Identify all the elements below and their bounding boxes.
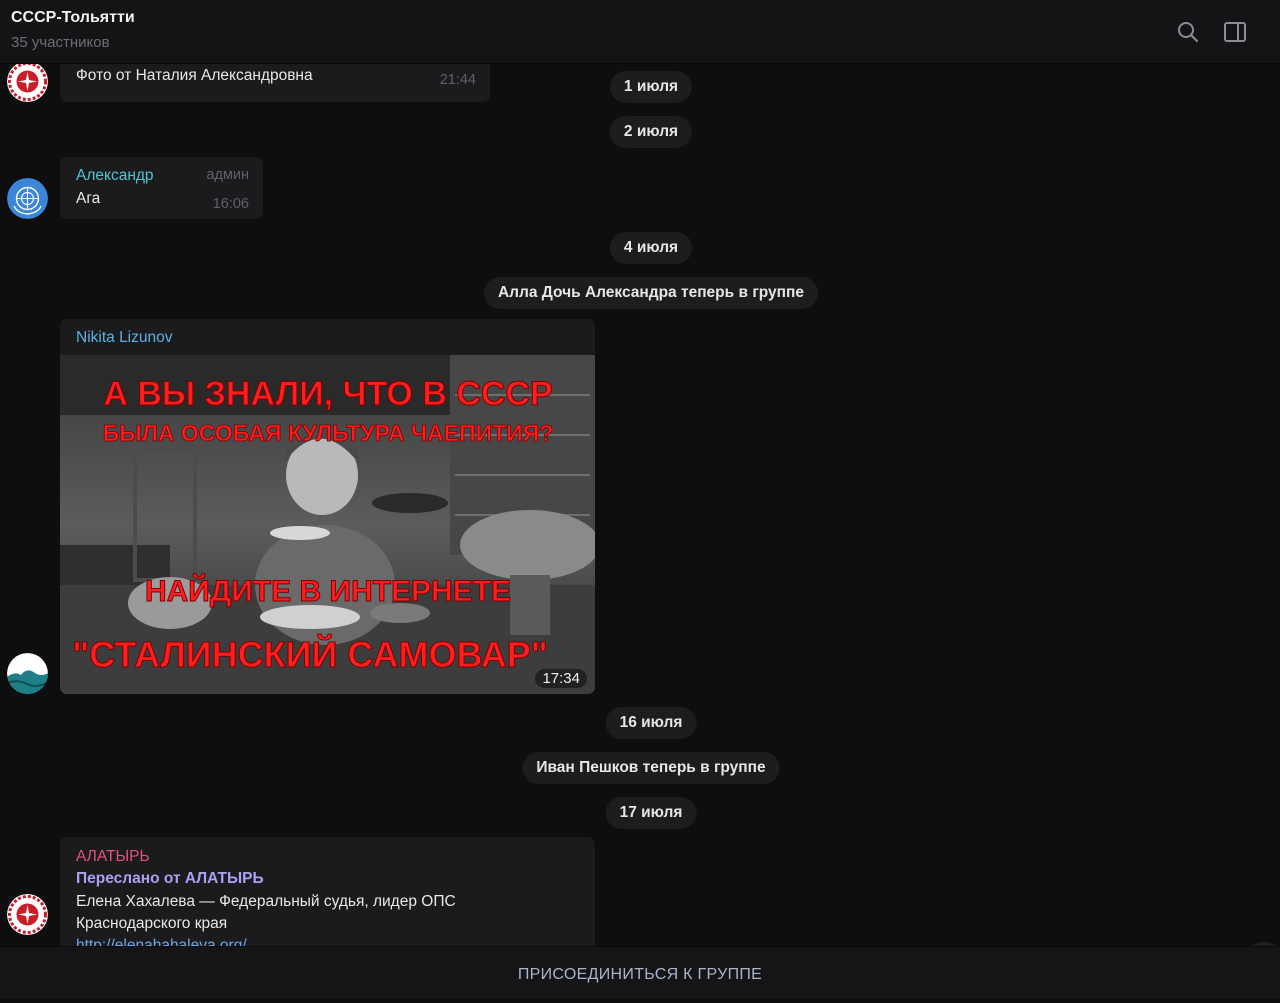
message-bubble[interactable]: Фото от Наталия Александровна 21:44 <box>60 64 490 102</box>
sidebar-toggle-icon[interactable] <box>1223 20 1247 44</box>
message-text: Фото от Наталия Александровна <box>76 67 313 84</box>
date-separator: 1 июля <box>609 71 693 103</box>
message-text: Краснодарского края <box>76 915 228 932</box>
date-separator: 17 июля <box>605 797 697 829</box>
composer-bar: ПРИСОЕДИНИТЬСЯ К ГРУППЕ <box>0 946 1280 999</box>
join-group-button[interactable]: ПРИСОЕДИНИТЬСЯ К ГРУППЕ <box>0 947 1280 999</box>
service-message: Иван Пешков теперь в группе <box>522 752 780 784</box>
image-headline: А ВЫ ЗНАЛИ, ЧТО В СССР <box>103 375 552 413</box>
message-photo[interactable]: А ВЫ ЗНАЛИ, ЧТО В СССР БЫЛА ОСОБАЯ КУЛЬТ… <box>60 355 595 694</box>
message-text: Елена Хахалева — Федеральный судья, лиде… <box>76 893 456 910</box>
message-text: Ага <box>76 190 101 207</box>
date-separator: 16 июля <box>605 707 697 739</box>
service-message: Алла Дочь Александра теперь в группе <box>483 277 819 309</box>
chat-header: СССР-Тольятти 35 участников <box>0 0 1280 64</box>
message-link[interactable]: http://elenahahaleva.org/ <box>76 935 247 946</box>
sender-name[interactable]: АЛАТЫРЬ <box>76 848 150 866</box>
image-headline: "СТАЛИНСКИЙ САМОВАР" <box>72 633 548 675</box>
sender-name[interactable]: Nikita Lizunov <box>76 329 173 347</box>
message-time: 16:06 <box>212 196 249 212</box>
message-bubble[interactable]: Nikita Lizunov А ВЫ ЗНАЛИ, ЧТО В СССР БЫ… <box>60 319 595 694</box>
message-bubble[interactable]: Александр админ Ага 16:06 <box>60 157 263 219</box>
message-time: 21:44 <box>439 72 476 88</box>
member-count[interactable]: 35 участников <box>11 34 110 51</box>
avatar[interactable] <box>7 894 48 935</box>
avatar[interactable] <box>7 64 48 102</box>
search-icon[interactable] <box>1176 20 1200 44</box>
message-list[interactable]: Фото от Наталия Александровна 21:44 1 ию… <box>0 64 1280 946</box>
admin-badge: админ <box>206 167 249 183</box>
image-headline: БЫЛА ОСОБАЯ КУЛЬТУРА ЧАЕПИТИЯ? <box>103 420 554 446</box>
message-bubble[interactable]: АЛАТЫРЬ Переслано от АЛАТЫРЬ Елена Хахал… <box>60 837 595 946</box>
chat-title[interactable]: СССР-Тольятти <box>11 9 135 27</box>
message-time: 17:34 <box>535 669 587 688</box>
avatar[interactable] <box>7 653 48 694</box>
sender-name[interactable]: Александр <box>76 167 154 185</box>
date-separator: 2 июля <box>609 116 693 148</box>
avatar[interactable] <box>7 178 48 219</box>
image-headline: НАЙДИТЕ В ИНТЕРНЕТЕ <box>145 574 511 608</box>
forwarded-from[interactable]: Переслано от АЛАТЫРЬ <box>76 870 264 888</box>
date-separator: 4 июля <box>609 232 693 264</box>
